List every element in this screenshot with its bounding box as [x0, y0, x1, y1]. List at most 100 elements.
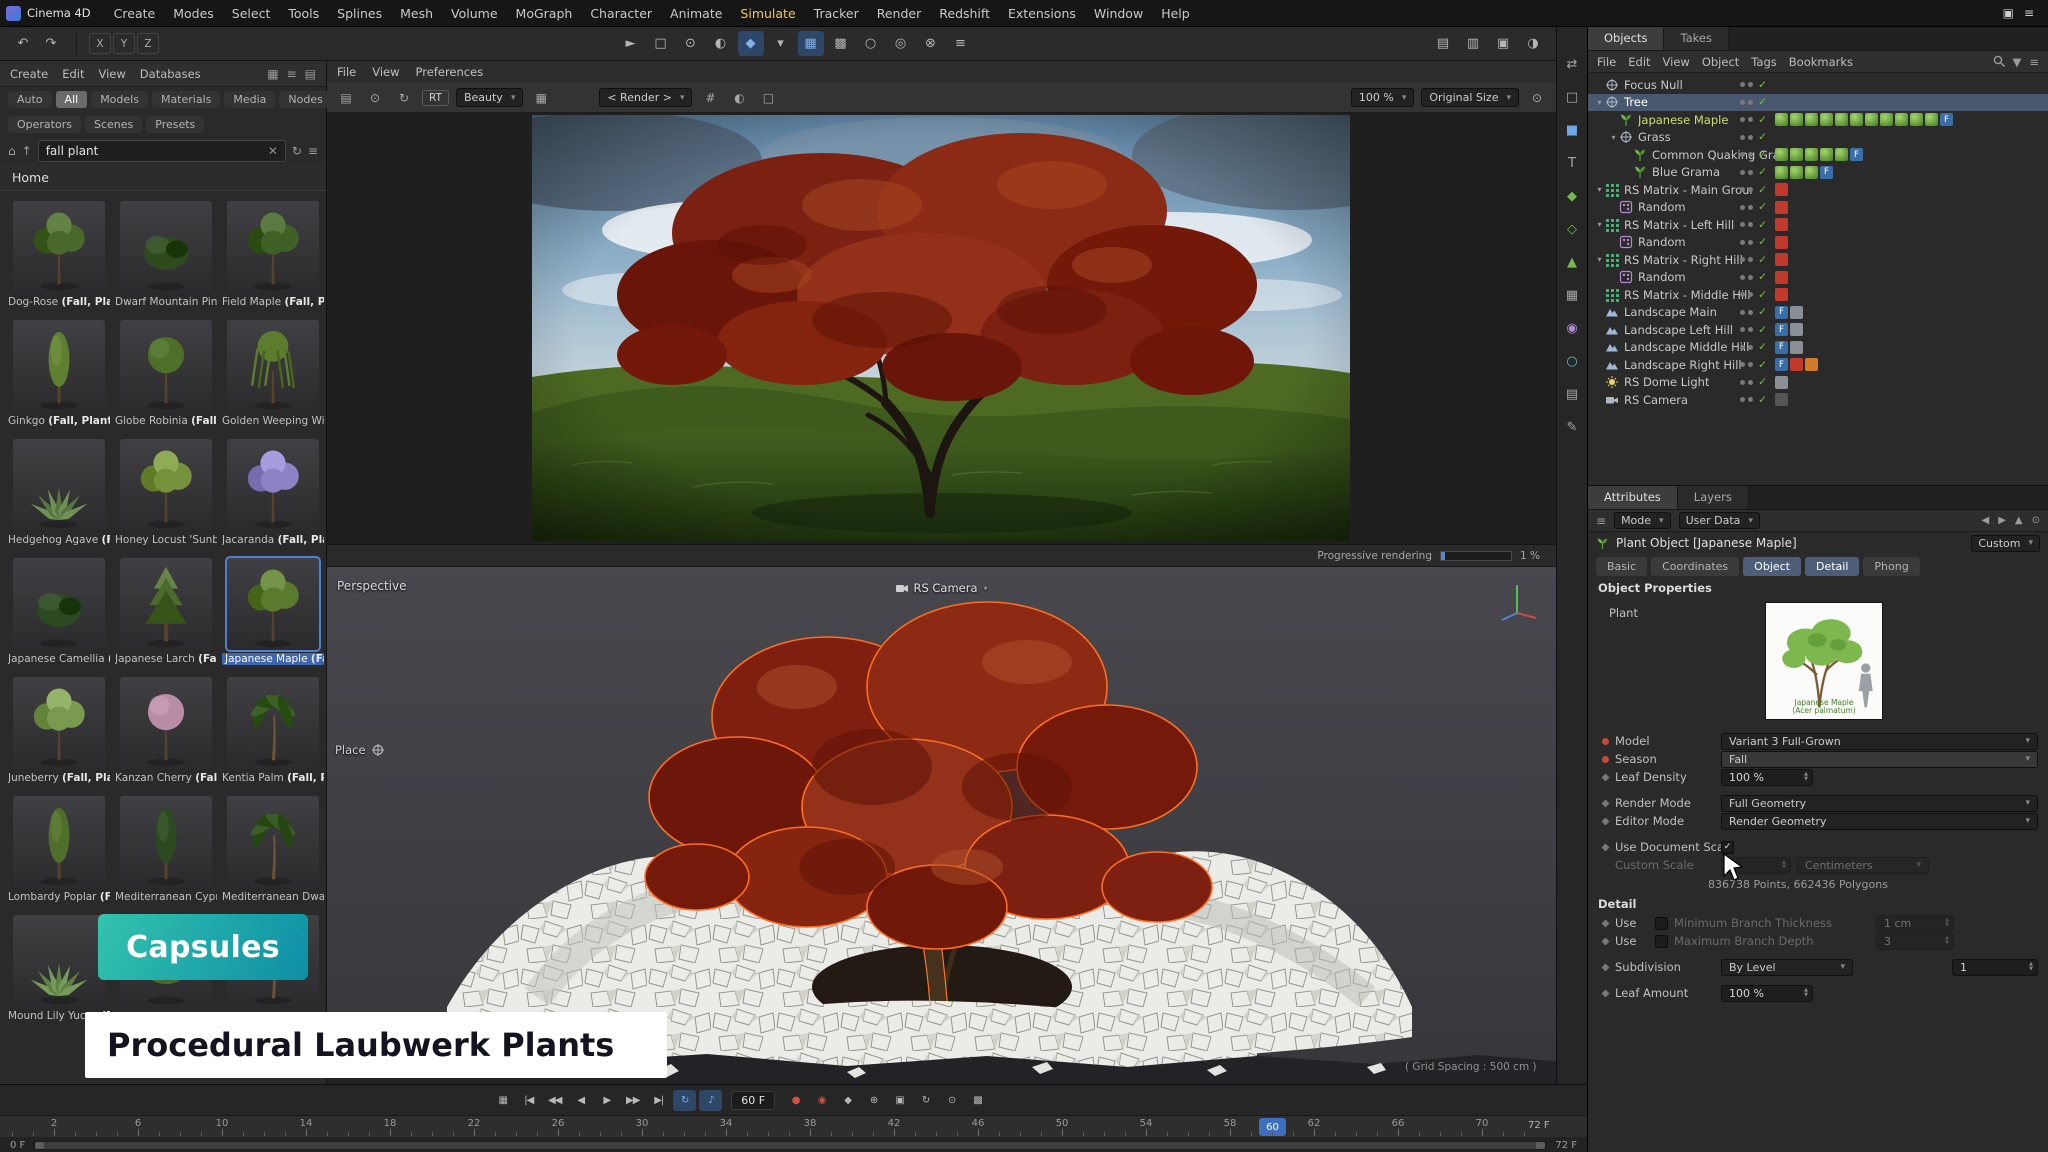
filter-scenes[interactable]: Scenes — [85, 116, 142, 133]
phong-tag[interactable] — [1790, 306, 1803, 319]
object-row-landscape-main[interactable]: Landscape Main✓F — [1588, 304, 2048, 322]
redshift-tag[interactable] — [1775, 183, 1788, 196]
aov-icon[interactable]: ▦ — [530, 87, 552, 109]
record-button[interactable]: ● — [784, 1090, 807, 1111]
workplane-snap-button[interactable]: ▩ — [828, 31, 854, 56]
asset-menu-view[interactable]: View — [99, 67, 126, 81]
axis-lock-y[interactable]: Y — [113, 33, 135, 54]
asset-thumbnail[interactable] — [13, 558, 105, 650]
section-tab-coordinates[interactable]: Coordinates — [1651, 557, 1739, 576]
open-file-icon[interactable]: ▤ — [335, 87, 357, 109]
om-burger-icon[interactable]: ≡ — [2029, 55, 2039, 69]
filter-models[interactable]: Models — [91, 91, 148, 108]
enabled-check-icon[interactable]: ✓ — [1756, 376, 1769, 388]
editor-visibility-dot[interactable] — [1740, 240, 1745, 245]
editor-visibility-dot[interactable] — [1740, 327, 1745, 332]
keyframe-diamond[interactable] — [1602, 799, 1610, 807]
render-visibility-dot[interactable] — [1748, 345, 1753, 350]
edges-mode-button[interactable]: ◇ — [1561, 218, 1583, 240]
enabled-check-icon[interactable]: ✓ — [1756, 96, 1769, 108]
breadcrumb[interactable]: Home — [0, 165, 326, 191]
render-visibility-dot[interactable] — [1748, 222, 1753, 227]
asset-item-juneberry[interactable]: Juneberry (Fall, Plant) — [8, 677, 110, 784]
editor-visibility-dot[interactable] — [1740, 275, 1745, 280]
panel-options-icon[interactable]: ▤ — [305, 67, 316, 81]
viewport-select-tool[interactable]: □ — [1561, 86, 1583, 108]
use-min-branch-checkbox[interactable] — [1655, 917, 1668, 930]
interface-switch-icon[interactable]: ▣ — [2003, 6, 2014, 20]
editor-visibility-dot[interactable] — [1740, 152, 1745, 157]
modeling-settings-button[interactable]: ≡ — [948, 31, 974, 56]
keyframe-dot[interactable] — [1602, 738, 1609, 745]
editor-visibility-dot[interactable] — [1740, 292, 1745, 297]
editor-visibility-dot[interactable] — [1740, 310, 1745, 315]
material-tag[interactable] — [1790, 166, 1803, 179]
record-scale-button[interactable]: ▣ — [888, 1090, 911, 1111]
editor-visibility-dot[interactable] — [1740, 380, 1745, 385]
asset-thumbnail[interactable] — [120, 439, 212, 531]
material-tag[interactable] — [1775, 148, 1788, 161]
snap-toggle-button[interactable]: ◉ — [1561, 317, 1583, 339]
search-icon[interactable] — [1993, 55, 2005, 67]
redshift-tag[interactable] — [1775, 201, 1788, 214]
asset-item-dog-rose[interactable]: Dog-Rose (Fall, Plant) — [8, 201, 110, 308]
viewport-menu-label[interactable]: Perspective — [337, 579, 407, 593]
list-view-icon[interactable]: ≡ — [287, 67, 297, 81]
material-tag[interactable] — [1910, 113, 1923, 126]
menu-extensions[interactable]: Extensions — [999, 2, 1085, 25]
section-tab-detail[interactable]: Detail — [1805, 557, 1859, 576]
object-row-landscape-left-hill[interactable]: Landscape Left Hill✓F — [1588, 321, 2048, 339]
redshift-tag[interactable] — [1775, 218, 1788, 231]
asset-item-japanese-camellia[interactable]: Japanese Camellia (Fall, Plant) — [8, 558, 110, 665]
timeline-options-button[interactable]: ▦ — [491, 1090, 514, 1111]
fields-tag[interactable]: F — [1775, 341, 1788, 354]
asset-thumbnail[interactable] — [13, 915, 105, 1007]
play-button[interactable]: ▶ — [595, 1090, 618, 1111]
tab-objects[interactable]: Objects — [1588, 27, 1664, 50]
texture-mode-button[interactable]: T — [1561, 152, 1583, 174]
editor-visibility-dot[interactable] — [1740, 82, 1745, 87]
range-start-label[interactable]: 0 F — [10, 1140, 25, 1151]
render-visibility-dot[interactable] — [1748, 117, 1753, 122]
zoom-dropdown[interactable]: 100 %▾ — [1351, 88, 1414, 107]
redshift-tag[interactable] — [1775, 271, 1788, 284]
render-visibility-dot[interactable] — [1748, 327, 1753, 332]
filter-media[interactable]: Media — [224, 91, 275, 108]
region-render-icon[interactable]: □ — [757, 87, 779, 109]
enabled-check-icon[interactable]: ✓ — [1756, 219, 1769, 231]
fields-tag[interactable]: F — [1775, 306, 1788, 319]
object-row-rs-matrix-left-hill[interactable]: ▾RS Matrix - Left Hill✓ — [1588, 216, 2048, 234]
object-row-japanese-maple[interactable]: Japanese Maple✓F — [1588, 111, 2048, 129]
use-max-branch-checkbox[interactable] — [1655, 935, 1668, 948]
object-row-rs-dome-light[interactable]: RS Dome Light✓ — [1588, 374, 2048, 392]
asset-thumbnail[interactable] — [13, 201, 105, 293]
enabled-check-icon[interactable]: ✓ — [1756, 306, 1769, 318]
menu-render[interactable]: Render — [868, 2, 931, 25]
object-row-rs-matrix-right-hill[interactable]: ▾RS Matrix - Right Hill✓ — [1588, 251, 2048, 269]
material-tag[interactable] — [1820, 113, 1833, 126]
keyframe-diamond[interactable] — [1602, 773, 1610, 781]
editor-visibility-dot[interactable] — [1740, 345, 1745, 350]
material-tag[interactable] — [1820, 148, 1833, 161]
filter-all[interactable]: All — [56, 91, 88, 108]
editor-visibility-dot[interactable] — [1740, 222, 1745, 227]
editor-visibility-dot[interactable] — [1740, 117, 1745, 122]
redshift-tag[interactable] — [1790, 358, 1803, 371]
editor-visibility-dot[interactable] — [1740, 362, 1745, 367]
grid-snap-button[interactable]: ▦ — [798, 31, 824, 56]
loop-button[interactable]: ↻ — [673, 1090, 696, 1111]
asset-thumbnail[interactable] — [120, 558, 212, 650]
search-input-box[interactable]: ✕ — [38, 140, 286, 162]
object-row-random[interactable]: Random✓ — [1588, 269, 2048, 287]
home-icon[interactable]: ⌂ — [8, 144, 16, 158]
object-row-landscape-middle-hill[interactable]: Landscape Middle Hill✓F — [1588, 339, 2048, 357]
layout-standard-button[interactable]: ▤ — [1430, 31, 1456, 56]
asset-item-jacaranda[interactable]: Jacaranda (Fall, Plant) — [222, 439, 324, 546]
asset-thumbnail[interactable] — [13, 439, 105, 531]
previous-frame-button[interactable]: ◀ — [569, 1090, 592, 1111]
subdivision-dropdown[interactable]: By Level▾ — [1721, 959, 1853, 976]
enabled-check-icon[interactable]: ✓ — [1756, 79, 1769, 91]
editor-visibility-dot[interactable] — [1740, 135, 1745, 140]
record-parameter-button[interactable]: ⊙ — [940, 1090, 963, 1111]
asset-thumbnail[interactable] — [13, 796, 105, 888]
